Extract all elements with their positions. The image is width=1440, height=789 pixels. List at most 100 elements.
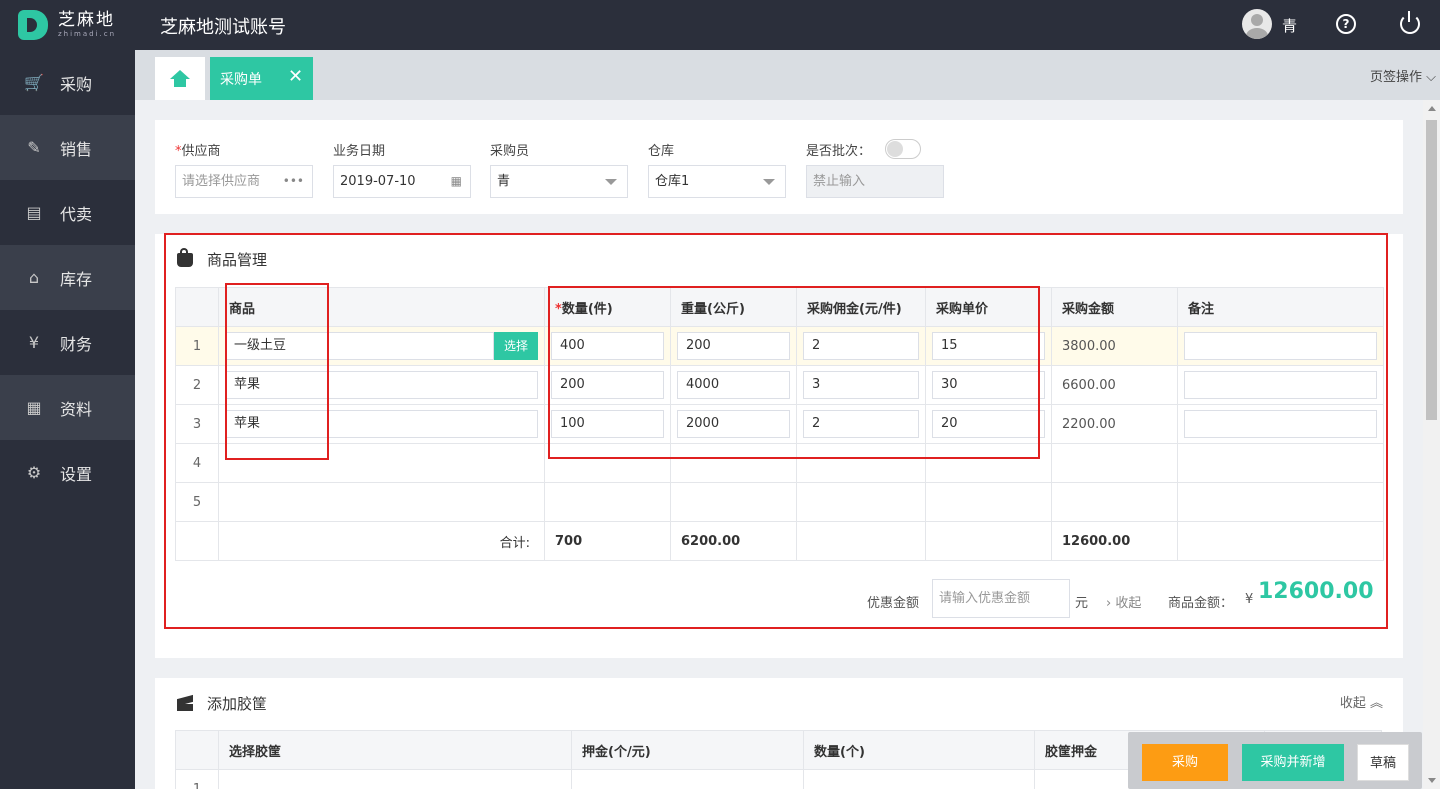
row-index: 1 bbox=[175, 326, 219, 366]
buyer-label: 采购员 bbox=[490, 144, 530, 159]
sidebar-item-sales[interactable]: ✎ 销售 bbox=[0, 115, 135, 180]
discount-input[interactable]: 请输入优惠金额 bbox=[932, 579, 1070, 618]
supplier-label: *供应商 bbox=[175, 144, 221, 159]
amount-cell: 6600.00 bbox=[1051, 365, 1178, 405]
section-title: 添加胶筐 bbox=[177, 693, 267, 714]
remark-input[interactable] bbox=[1184, 371, 1377, 399]
warehouse-label: 仓库 bbox=[648, 144, 675, 159]
sidebar-item-consign[interactable]: ▤ 代卖 bbox=[0, 180, 135, 245]
sidebar-item-label: 财务 bbox=[60, 334, 93, 354]
home-icon bbox=[170, 69, 190, 88]
sidebar-item-label: 设置 bbox=[60, 464, 93, 484]
total-weight: 6200.00 bbox=[670, 521, 797, 561]
table-row: 3 苹果 100 2000 2 20 2200.00 bbox=[175, 404, 1384, 444]
qty-input[interactable]: 200 bbox=[551, 371, 664, 399]
remark-input[interactable] bbox=[1184, 332, 1377, 360]
warehouse-select[interactable]: 仓库1 bbox=[648, 165, 786, 198]
purchase-and-new-button[interactable]: 采购并新增 bbox=[1242, 744, 1344, 781]
batch-input: 禁止输入 bbox=[806, 165, 944, 198]
unit-price-input[interactable]: 15 bbox=[932, 332, 1045, 360]
page-scrollbar[interactable] bbox=[1423, 100, 1440, 789]
power-icon[interactable] bbox=[1400, 11, 1420, 34]
table-header: 商品 *数量(件) 重量(公斤) 采购佣金(元/件) 采购单价 采购金额 备注 bbox=[175, 287, 1384, 327]
product-input[interactable]: 苹果 bbox=[225, 371, 538, 399]
close-icon[interactable]: ✕ bbox=[288, 68, 303, 86]
pick-product-button[interactable]: 选择 bbox=[494, 332, 538, 360]
username[interactable]: 青 bbox=[1282, 15, 1297, 36]
unit-price-input[interactable]: 30 bbox=[932, 371, 1045, 399]
action-bar: 采购 采购并新增 草稿 bbox=[1128, 732, 1422, 789]
purchase-button[interactable]: 采购 bbox=[1142, 744, 1228, 781]
goods-management-section: 商品管理 商品 *数量(件) 重量(公斤) 采购佣金(元/件) 采购单价 采购金… bbox=[155, 234, 1403, 658]
sidebar-item-settings[interactable]: ⚙ 设置 bbox=[0, 440, 135, 505]
col-commission: 采购佣金(元/件) bbox=[796, 287, 926, 327]
col-unit-price: 采购单价 bbox=[925, 287, 1052, 327]
sale-icon: ✎ bbox=[27, 137, 41, 157]
sidebar-item-label: 库存 bbox=[60, 269, 93, 289]
scroll-down-icon[interactable] bbox=[1428, 778, 1436, 783]
total-qty: 700 bbox=[544, 521, 671, 561]
profile-icon: ▦ bbox=[26, 397, 42, 417]
tab-home[interactable] bbox=[155, 57, 205, 100]
discount-label: 优惠金额 bbox=[867, 596, 920, 611]
sidebar-item-inventory[interactable]: ⌂ 库存 bbox=[0, 245, 135, 310]
supplier-select[interactable]: 请选择供应商 ••• bbox=[175, 165, 313, 198]
commission-input[interactable]: 3 bbox=[803, 371, 919, 399]
calendar-icon[interactable]: ▦ bbox=[451, 166, 462, 197]
warehouse-icon: ⌂ bbox=[28, 267, 40, 287]
weight-input[interactable]: 2000 bbox=[677, 410, 790, 438]
date-field[interactable]: 2019-07-10 ▦ bbox=[333, 165, 471, 198]
totals-label: 合计: bbox=[218, 521, 545, 561]
totals-row: 合计: 700 6200.00 12600.00 bbox=[175, 521, 1384, 561]
unit-price-input[interactable]: 20 bbox=[932, 410, 1045, 438]
top-bar: 芝麻地 zhimadi.cn 芝麻地测试账号 青 ? bbox=[0, 0, 1440, 50]
weight-input[interactable]: 200 bbox=[677, 332, 790, 360]
product-input[interactable]: 一级土豆 bbox=[225, 332, 494, 360]
currency-symbol: ¥ bbox=[1245, 592, 1254, 607]
table-row: 1 一级土豆 选择 400 200 2 15 3800.00 bbox=[175, 326, 1384, 366]
commission-input[interactable]: 2 bbox=[803, 410, 919, 438]
goods-amount-value: 12600.00 bbox=[1258, 579, 1374, 604]
chevron-down-icon bbox=[763, 179, 775, 185]
sidebar-item-label: 资料 bbox=[60, 399, 93, 419]
collapse-crates-link[interactable]: 收起 ︽ bbox=[1340, 692, 1383, 711]
commission-input[interactable]: 2 bbox=[803, 332, 919, 360]
col-crate-qty: 数量(个) bbox=[803, 730, 1035, 770]
col-remark: 备注 bbox=[1177, 287, 1384, 327]
consign-icon: ▤ bbox=[26, 202, 42, 222]
col-weight: 重量(公斤) bbox=[670, 287, 797, 327]
row-index: 1 bbox=[175, 769, 219, 789]
table-row[interactable]: 5 bbox=[175, 482, 1384, 522]
col-qty: *数量(件) bbox=[544, 287, 671, 327]
table-row[interactable]: 4 bbox=[175, 443, 1384, 483]
scrollbar-thumb[interactable] bbox=[1426, 120, 1437, 420]
more-icon[interactable]: ••• bbox=[283, 166, 304, 197]
date-label: 业务日期 bbox=[333, 144, 386, 159]
col-crate: 选择胶筐 bbox=[218, 730, 572, 770]
row-index: 2 bbox=[175, 365, 219, 405]
buyer-select[interactable]: 青 bbox=[490, 165, 628, 198]
batch-toggle[interactable] bbox=[885, 139, 921, 159]
sidebar-item-finance[interactable]: ¥ 财务 bbox=[0, 310, 135, 375]
avatar[interactable] bbox=[1242, 9, 1272, 39]
sidebar-item-purchase[interactable]: 🛒 采购 bbox=[0, 50, 135, 115]
qty-input[interactable]: 100 bbox=[551, 410, 664, 438]
sidebar-item-profile[interactable]: ▦ 资料 bbox=[0, 375, 135, 440]
help-icon[interactable]: ? bbox=[1336, 14, 1356, 34]
product-input[interactable]: 苹果 bbox=[225, 410, 538, 438]
tab-operations-menu[interactable]: 页签操作 ⌵ bbox=[1370, 66, 1436, 85]
tab-purchase-order[interactable]: 采购单 ✕ bbox=[210, 57, 313, 100]
remark-input[interactable] bbox=[1184, 410, 1377, 438]
weight-input[interactable]: 4000 bbox=[677, 371, 790, 399]
app-logo[interactable]: 芝麻地 zhimadi.cn bbox=[18, 10, 116, 40]
draft-button[interactable]: 草稿 bbox=[1357, 744, 1409, 781]
scroll-up-icon[interactable] bbox=[1428, 106, 1436, 111]
sidebar-item-label: 代卖 bbox=[60, 204, 93, 224]
table-row: 2 苹果 200 4000 3 30 6600.00 bbox=[175, 365, 1384, 405]
collapse-discount-link[interactable]: › 收起 bbox=[1106, 592, 1141, 611]
qty-input[interactable]: 400 bbox=[551, 332, 664, 360]
col-amount: 采购金额 bbox=[1051, 287, 1178, 327]
row-index: 5 bbox=[175, 482, 219, 522]
bag-icon bbox=[177, 247, 193, 267]
row-index: 4 bbox=[175, 443, 219, 483]
